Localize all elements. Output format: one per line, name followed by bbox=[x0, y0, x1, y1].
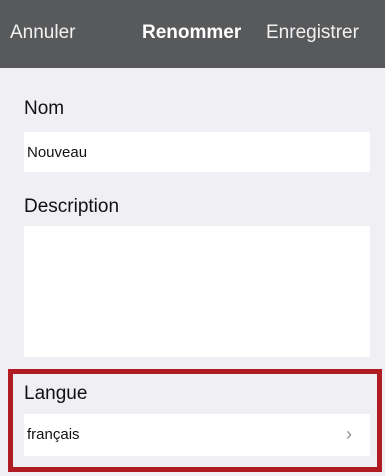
cancel-button[interactable]: Annuler bbox=[10, 22, 76, 44]
language-label: Langue bbox=[24, 383, 88, 404]
page-title: Renommer bbox=[142, 22, 242, 43]
name-field-value: Nouveau bbox=[27, 144, 88, 161]
description-field[interactable] bbox=[24, 226, 370, 357]
name-label: Nom bbox=[24, 98, 65, 119]
name-field[interactable]: Nouveau bbox=[24, 132, 370, 172]
language-value: français bbox=[27, 426, 80, 443]
save-button[interactable]: Enregistrer bbox=[266, 22, 359, 44]
navigation-bar: Annuler Renommer Enregistrer bbox=[0, 0, 385, 68]
language-selector[interactable]: français › bbox=[24, 414, 370, 456]
chevron-right-icon: › bbox=[346, 424, 352, 444]
description-label: Description bbox=[24, 196, 120, 217]
